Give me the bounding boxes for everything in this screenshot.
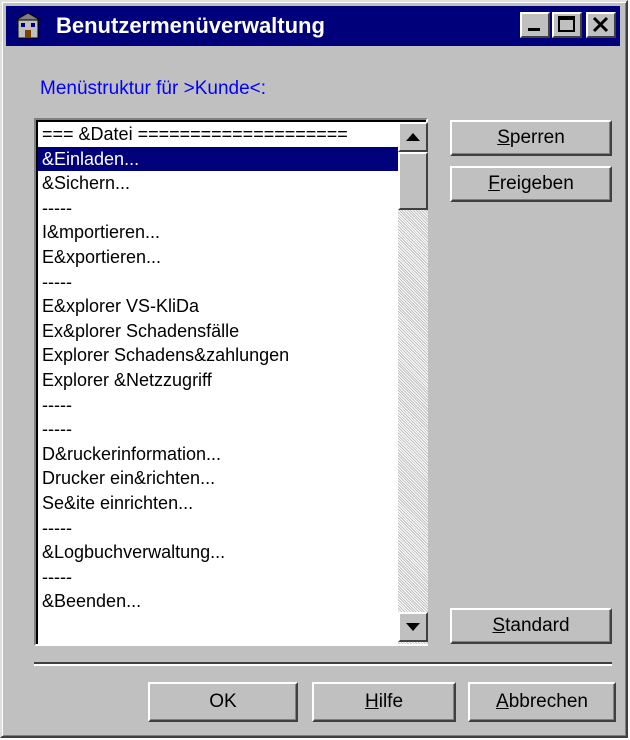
title-bar[interactable]: Benutzermenüverwaltung [6, 6, 620, 46]
list-item[interactable]: I&mportieren... [38, 220, 398, 245]
list-item[interactable]: ----- [38, 196, 398, 221]
list-item[interactable]: ----- [38, 565, 398, 590]
scroll-down-button[interactable] [398, 612, 428, 642]
arrow-up-icon [406, 133, 420, 141]
list-item[interactable]: D&ruckerinformation... [38, 442, 398, 467]
separator-line [34, 662, 612, 666]
list-item[interactable]: ----- [38, 516, 398, 541]
window-title: Benutzermenüverwaltung [56, 13, 325, 38]
list-item[interactable]: &Beenden... [38, 589, 398, 614]
list-item[interactable]: &Einladen... [38, 146, 398, 172]
release-button-label: reigeben [499, 173, 574, 194]
maximize-button[interactable] [552, 12, 582, 38]
menu-item-list[interactable]: === &Datei ==================== &Einladen… [38, 122, 398, 642]
list-item[interactable]: E&xportieren... [38, 245, 398, 270]
release-button-mnemonic: F [488, 173, 500, 194]
ok-button[interactable]: OK [148, 682, 298, 722]
menu-structure-label: Menüstruktur für >Kunde<: [40, 78, 267, 99]
list-item[interactable]: === &Datei ==================== [38, 122, 398, 147]
help-button-label: ilfe [378, 691, 404, 712]
cancel-button-mnemonic: A [496, 691, 509, 712]
cancel-button-label: bbrechen [508, 691, 588, 712]
ok-button-label: OK [209, 691, 237, 712]
close-button[interactable] [586, 12, 616, 38]
list-item[interactable]: ----- [38, 270, 398, 295]
scroll-thumb[interactable] [398, 152, 428, 210]
lock-button-mnemonic: S [497, 127, 510, 148]
list-item[interactable]: &Logbuchverwaltung... [38, 540, 398, 565]
lock-button[interactable]: Sperren [450, 120, 612, 156]
list-item[interactable]: Drucker ein&richten... [38, 466, 398, 491]
default-button[interactable]: Standard [450, 608, 612, 644]
help-button[interactable]: Hilfe [312, 682, 456, 722]
list-item[interactable]: Se&ite einrichten... [38, 491, 398, 516]
maximize-icon [558, 16, 575, 32]
minimize-icon [528, 28, 540, 31]
minimize-button[interactable] [520, 12, 550, 38]
help-button-mnemonic: H [364, 691, 379, 712]
cancel-button[interactable]: Abbrechen [468, 682, 616, 722]
list-item[interactable]: E&xplorer VS-KliDa [38, 294, 398, 319]
dialog-window: Benutzermenüverwaltung Menüstruktur für … [0, 0, 628, 738]
release-button[interactable]: Freigeben [450, 166, 612, 202]
list-item[interactable]: ----- [38, 393, 398, 418]
scroll-up-button[interactable] [398, 122, 428, 152]
close-icon [592, 16, 609, 33]
default-button-label: tandard [505, 615, 570, 636]
arrow-down-icon [406, 623, 420, 631]
vertical-scrollbar[interactable] [398, 122, 428, 644]
list-item[interactable]: ----- [38, 417, 398, 442]
list-item[interactable]: Explorer &Netzzugriff [38, 368, 398, 393]
lock-button-label: perren [509, 127, 565, 148]
menu-structure-listbox[interactable]: === &Datei ==================== &Einladen… [34, 118, 428, 646]
default-button-mnemonic: S [492, 615, 506, 636]
list-item[interactable]: Explorer Schadens&zahlungen [38, 343, 398, 368]
list-item[interactable]: &Sichern... [38, 171, 398, 196]
list-item[interactable]: Ex&plorer Schadensfälle [38, 319, 398, 344]
app-building-icon [14, 12, 42, 39]
